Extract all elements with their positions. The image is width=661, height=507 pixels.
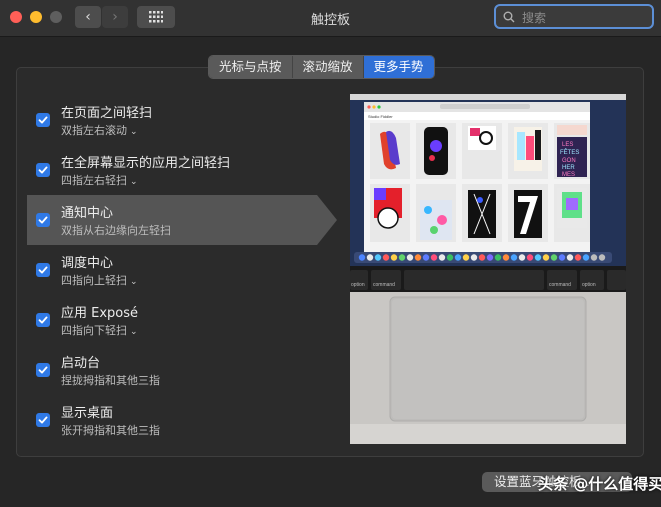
gesture-title: 在页面之间轻扫	[61, 106, 153, 121]
gesture-checkbox[interactable]	[36, 363, 50, 377]
gesture-title: 应用 Exposé	[61, 306, 139, 321]
gesture-checkbox[interactable]	[36, 213, 50, 227]
gesture-item-notification-center[interactable]: 通知中心双指从右边缘向左轻扫	[27, 195, 337, 245]
gesture-title: 通知中心	[61, 206, 114, 221]
key-option-left: option	[351, 282, 365, 288]
tab-point-click[interactable]: 光标与点按	[209, 56, 293, 78]
gesture-item-mission-control[interactable]: 调度中心 四指向上轻扫 ⌄	[27, 245, 337, 295]
gesture-item-show-desktop[interactable]: 显示桌面张开拇指和其他三指	[27, 395, 337, 445]
tab-scroll-zoom[interactable]: 滚动缩放	[292, 56, 364, 78]
gesture-item-app-expose[interactable]: 应用 Exposé 四指向下轻扫 ⌄	[27, 295, 337, 345]
key-command-right: command	[549, 282, 571, 288]
key-option-right: option	[582, 282, 596, 288]
poster-text-1: LES	[562, 142, 573, 148]
chevron-down-icon: ⌄	[130, 127, 138, 137]
gesture-checkbox[interactable]	[36, 413, 50, 427]
gesture-checkbox[interactable]	[36, 163, 50, 177]
gesture-subtitle: 张开拇指和其他三指	[61, 424, 160, 437]
gesture-title: 在全屏幕显示的应用之间轻扫	[61, 156, 231, 171]
gesture-option-dropdown[interactable]: 四指左右轻扫 ⌄	[61, 172, 138, 188]
checkmark-icon	[38, 366, 48, 374]
checkmark-icon	[38, 166, 48, 174]
checkmark-icon	[38, 216, 48, 224]
gesture-preview: Studio Fiddler LES FÊTES GON HER MES opt…	[350, 94, 626, 444]
gesture-description: 捏拢拇指和其他三指	[61, 372, 160, 388]
gesture-checkbox[interactable]	[36, 263, 50, 277]
gesture-option-dropdown[interactable]: 四指向上轻扫 ⌄	[61, 272, 138, 288]
gesture-checkbox[interactable]	[36, 313, 50, 327]
checkmark-icon	[38, 266, 48, 274]
checkmark-icon	[38, 116, 48, 124]
title-bar: ‹ › 触控板	[0, 0, 661, 37]
checkmark-icon	[38, 416, 48, 424]
search-icon	[503, 11, 515, 23]
poster-text-5: MES	[562, 172, 575, 178]
poster-text-4: HER	[562, 165, 575, 171]
gesture-description: 双指从右边缘向左轻扫	[61, 222, 171, 238]
chevron-down-icon: ⌄	[130, 277, 138, 287]
gesture-item-swipe-between-fullscreen-apps[interactable]: 在全屏幕显示的应用之间轻扫 四指左右轻扫 ⌄	[27, 145, 337, 195]
browser-site-title: Studio Fiddler	[368, 114, 393, 119]
gesture-subtitle: 双指左右滚动	[61, 124, 127, 137]
gesture-subtitle: 双指从右边缘向左轻扫	[61, 224, 171, 237]
checkmark-icon	[38, 316, 48, 324]
gesture-title: 调度中心	[61, 256, 114, 271]
gesture-subtitle: 四指向上轻扫	[61, 274, 127, 287]
gesture-subtitle: 四指向下轻扫	[61, 324, 127, 337]
gesture-title: 启动台	[61, 356, 101, 371]
poster-text-3: GON	[562, 158, 576, 164]
gesture-subtitle: 四指左右轻扫	[61, 174, 127, 187]
gesture-checkbox[interactable]	[36, 113, 50, 127]
gesture-description: 张开拇指和其他三指	[61, 422, 160, 438]
poster-text-2: FÊTES	[560, 148, 579, 156]
gesture-subtitle: 捏拢拇指和其他三指	[61, 374, 160, 387]
chevron-down-icon: ⌄	[130, 327, 138, 337]
chevron-down-icon: ⌄	[130, 177, 138, 187]
tab-more-gestures[interactable]: 更多手势	[363, 56, 434, 78]
preview-illustration: Studio Fiddler LES FÊTES GON HER MES opt…	[350, 94, 626, 444]
search-input[interactable]	[520, 8, 649, 27]
key-command-left: command	[373, 282, 395, 288]
gesture-option-dropdown[interactable]: 四指向下轻扫 ⌄	[61, 322, 138, 338]
watermark: 头条 @什么值得买	[538, 475, 661, 493]
tab-bar: 光标与点按 滚动缩放 更多手势	[208, 55, 435, 79]
gesture-item-launchpad[interactable]: 启动台捏拢拇指和其他三指	[27, 345, 337, 395]
gesture-option-dropdown[interactable]: 双指左右滚动 ⌄	[61, 122, 138, 138]
gesture-item-swipe-between-pages[interactable]: 在页面之间轻扫 双指左右滚动 ⌄	[27, 95, 337, 145]
gesture-title: 显示桌面	[61, 406, 114, 421]
search-field[interactable]	[494, 4, 654, 29]
